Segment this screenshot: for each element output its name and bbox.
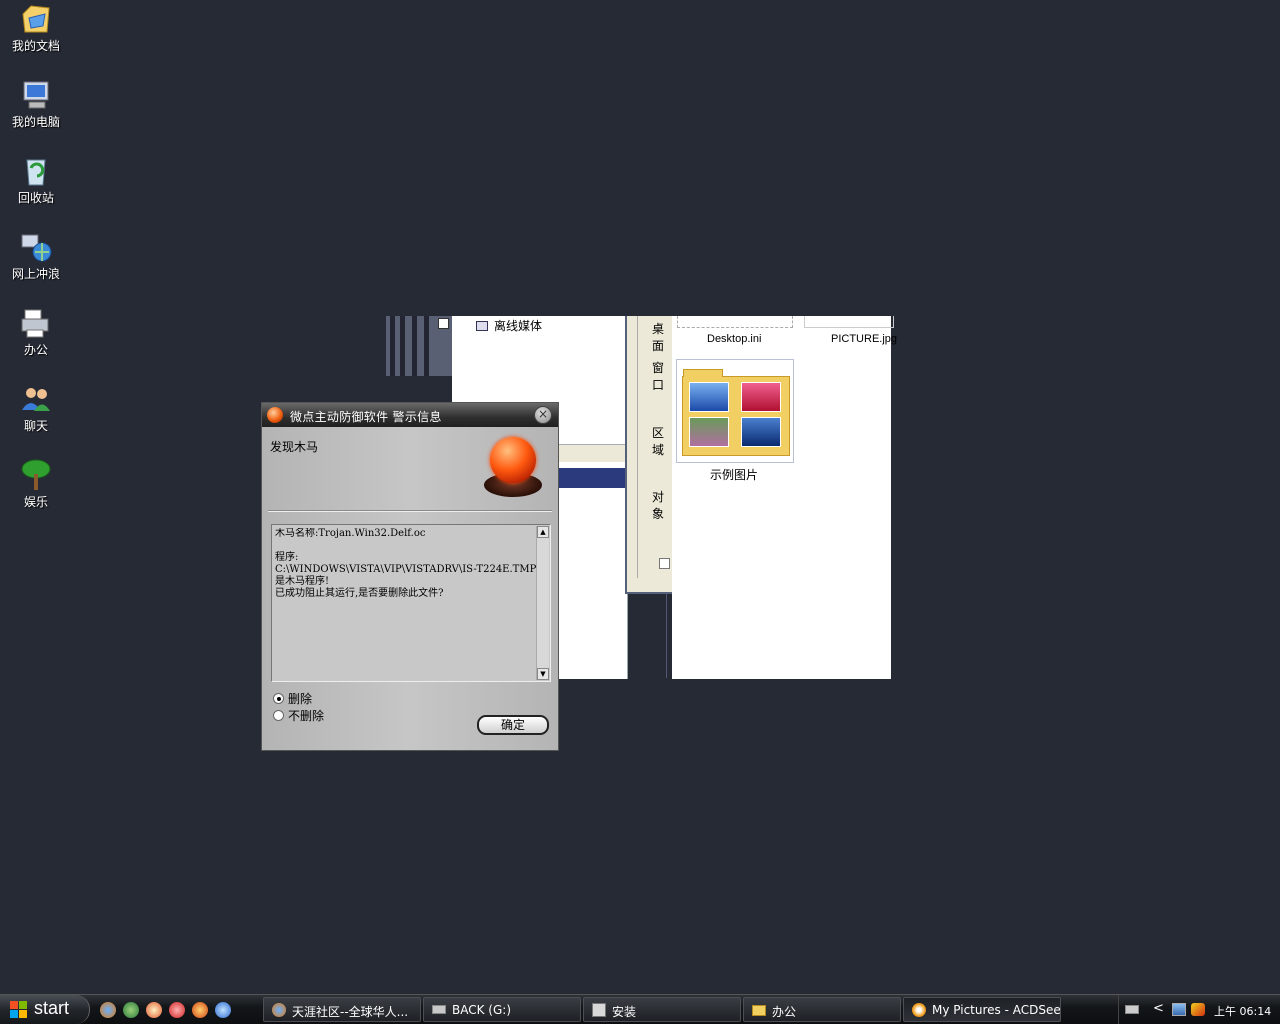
thumbnail-blue-hills-icon: [689, 382, 729, 412]
desktop-icon-entertainment[interactable]: 娱乐: [0, 458, 72, 509]
radio-indicator-selected[interactable]: [273, 693, 284, 704]
dialog-title: 微点主动防御软件 警示信息: [290, 410, 442, 424]
windows-flag-icon: [10, 1001, 27, 1018]
desktop-icon-chat[interactable]: 聊天: [0, 382, 72, 433]
radio-delete[interactable]: 删除: [273, 690, 312, 707]
file-name-picture-jpg[interactable]: PICTURE.jpg: [831, 333, 897, 345]
desktop-icon-office[interactable]: 办公: [0, 306, 72, 357]
background-window-edges: [386, 316, 454, 376]
system-tray: < 上午 06:14: [1118, 995, 1280, 1024]
alert-headline: 发现木马: [270, 440, 319, 454]
taskbar-item-acdsee[interactable]: My Pictures - ACDSee ...: [903, 997, 1061, 1022]
computer-icon: [19, 78, 53, 112]
desktop-icon-label: 网上冲浪: [11, 267, 60, 281]
checkbox[interactable]: [438, 318, 449, 329]
quicklaunch-firefox-icon[interactable]: [100, 1002, 116, 1018]
acdsee-icon: [912, 1003, 926, 1017]
alarm-siren-icon: [484, 437, 542, 499]
taskbar-item-office-folder[interactable]: 办公: [743, 997, 901, 1022]
offline-media-icon: [476, 321, 488, 331]
thumbnail-sunset-icon: [741, 382, 781, 412]
taskbar-item-label: 安装: [612, 1005, 637, 1019]
ok-button[interactable]: 确定: [477, 715, 549, 735]
taskbar-item-label: BACK (G:): [452, 1003, 511, 1017]
radio-indicator[interactable]: [273, 710, 284, 721]
desktop-icon-label: 我的电脑: [11, 115, 60, 129]
quicklaunch-media-icon[interactable]: [169, 1002, 185, 1018]
drive-icon: [432, 1005, 446, 1014]
taskbar-item-label: My Pictures - ACDSee ...: [932, 1003, 1061, 1017]
documents-folder-icon: [19, 2, 53, 36]
desktop-icon-my-documents[interactable]: 我的文档: [0, 2, 72, 53]
file-thumbnail[interactable]: [677, 316, 793, 328]
desktop-icon-internet[interactable]: 网上冲浪: [0, 230, 72, 281]
file-thumbnail[interactable]: [804, 316, 894, 328]
tray-expand-arrow[interactable]: <: [1153, 1001, 1167, 1016]
thumbnail-water-lilies-icon: [741, 417, 781, 447]
divider: [268, 510, 552, 512]
desktop-icon-label: 办公: [23, 343, 48, 357]
pane-toolbar: [558, 444, 628, 462]
radio-do-not-delete[interactable]: 不删除: [273, 707, 324, 724]
taskbar-item-back-drive[interactable]: BACK (G:): [423, 997, 581, 1022]
security-alert-dialog: 微点主动防御软件 警示信息 × 发现木马 木马名称:Trojan.Win32.D…: [261, 402, 559, 751]
network-icon[interactable]: [1172, 1003, 1186, 1016]
users-icon: [19, 382, 53, 416]
scroll-down-arrow-icon[interactable]: ▼: [537, 668, 549, 680]
desktop-icon-label: 聊天: [23, 419, 48, 433]
folder-icon: [752, 1005, 766, 1016]
dialog-titlebar[interactable]: 微点主动防御软件 警示信息 ×: [262, 403, 558, 427]
sample-pictures-folder[interactable]: [676, 359, 794, 463]
quicklaunch-pin-icon[interactable]: [123, 1002, 139, 1018]
folder-name-sample-pictures[interactable]: 示例图片: [710, 466, 758, 483]
taskbar-item-label: 办公: [772, 1005, 797, 1019]
option-checkbox[interactable]: [659, 558, 670, 569]
close-button[interactable]: ×: [534, 406, 552, 424]
scroll-up-arrow-icon[interactable]: ▲: [537, 526, 549, 538]
keyboard-icon[interactable]: [1125, 1005, 1139, 1014]
message-scrollbar[interactable]: ▲ ▼: [536, 526, 549, 680]
start-label: start: [34, 998, 70, 1018]
option-label: 区域: [652, 426, 665, 457]
option-label: 对象: [652, 490, 665, 521]
quicklaunch-smiley-icon[interactable]: [146, 1002, 162, 1018]
option-label: 窗口: [652, 361, 665, 392]
desktop-icon-recycle-bin[interactable]: 回收站: [0, 154, 72, 205]
taskbar-item-install[interactable]: 安装: [583, 997, 741, 1022]
tree-icon: [19, 458, 53, 492]
explorer-file-view: Desktop.ini PICTURE.jpg 示例图片: [672, 316, 897, 679]
tree-item-label: 离线媒体: [494, 319, 543, 333]
quicklaunch-browser-icon[interactable]: [192, 1002, 208, 1018]
start-button[interactable]: start: [0, 995, 90, 1024]
taskbar-item-tianya[interactable]: 天涯社区--全球华人...: [263, 997, 421, 1022]
folder-icon: [682, 369, 790, 456]
clock[interactable]: 上午 06:14: [1214, 1003, 1271, 1019]
radio-label: 删除: [288, 692, 313, 706]
message-text: 木马名称:Trojan.Win32.Delf.oc 程序: C:\WINDOWS…: [275, 528, 537, 599]
thumbnail-flowers-icon: [689, 417, 729, 447]
desktop-icon-my-computer[interactable]: 我的电脑: [0, 78, 72, 129]
radio-label: 不删除: [288, 709, 325, 723]
taskbar-item-label: 天涯社区--全球华人...: [292, 1005, 409, 1019]
firefox-icon: [272, 1003, 286, 1017]
security-shield-icon[interactable]: [1191, 1003, 1205, 1016]
desktop-icon-label: 我的文档: [11, 39, 60, 53]
desktop-icon-label: 娱乐: [23, 495, 48, 509]
message-textarea[interactable]: 木马名称:Trojan.Win32.Delf.oc 程序: C:\WINDOWS…: [271, 524, 551, 682]
option-label: 桌面: [652, 322, 665, 353]
explorer-options-pane: 桌面 窗口 区域 对象: [625, 316, 673, 594]
quicklaunch-ie-icon[interactable]: [215, 1002, 231, 1018]
app-logo-icon: [267, 407, 283, 423]
pane-header: [558, 468, 628, 488]
printer-icon: [19, 306, 53, 340]
recycle-bin-icon: [19, 154, 53, 188]
network-globe-icon: [19, 230, 53, 264]
file-name-desktop-ini[interactable]: Desktop.ini: [707, 333, 761, 345]
installer-icon: [592, 1003, 606, 1017]
tree-item-offline-media[interactable]: 离线媒体: [476, 317, 542, 334]
taskbar: start 天涯社区--全球华人... BACK (G:) 安装 办公 My P…: [0, 994, 1280, 1024]
desktop-icon-label: 回收站: [17, 191, 54, 205]
